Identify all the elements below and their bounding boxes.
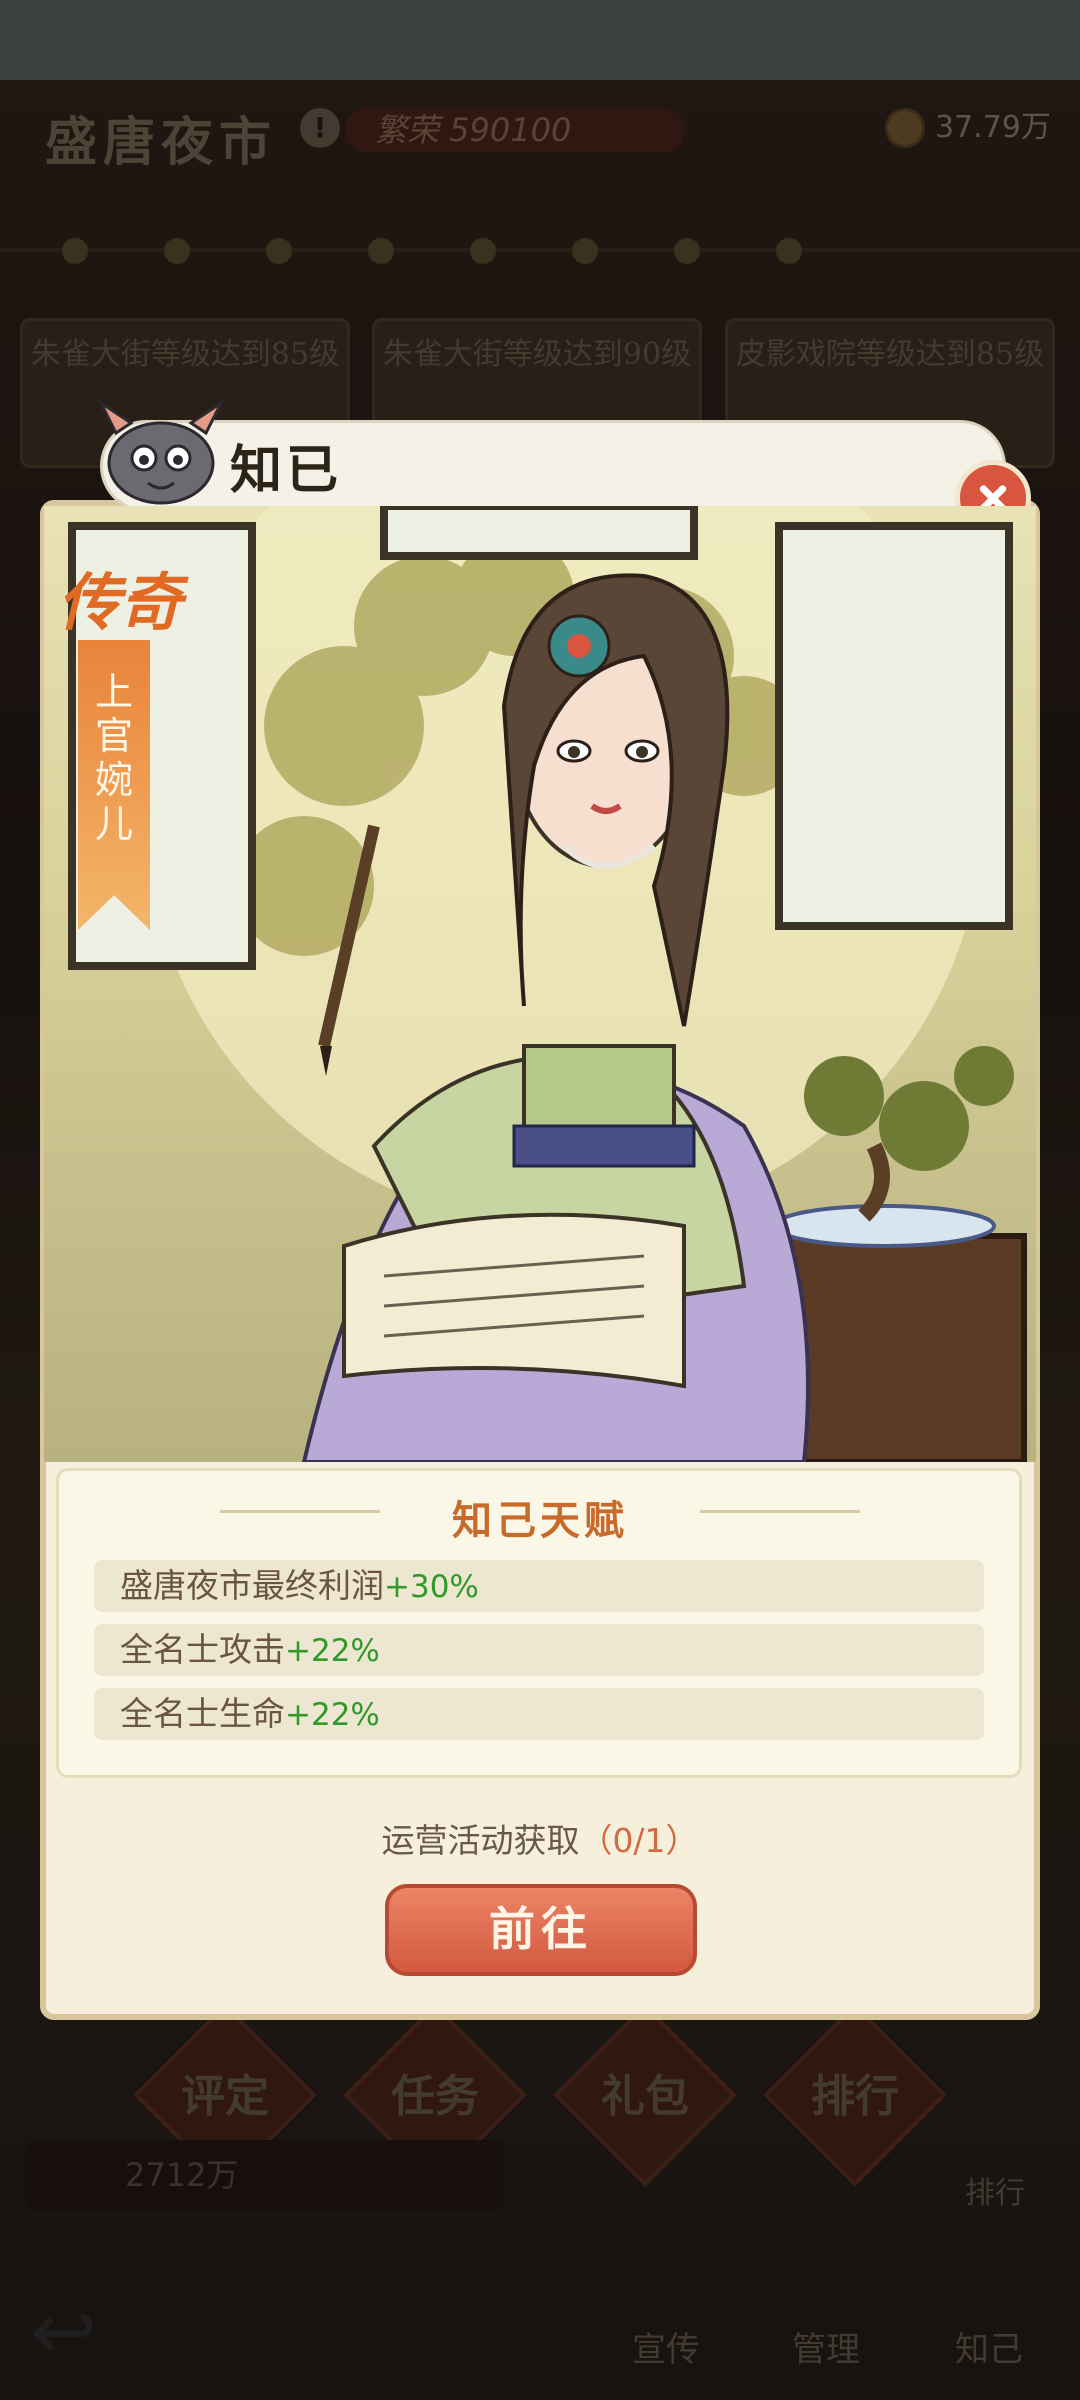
talent-label: 全名士攻击 xyxy=(120,1630,285,1669)
acquire-text: 运营活动获取 xyxy=(381,1821,580,1860)
talent-value: +22% xyxy=(285,1697,380,1733)
talent-row: 盛唐夜市最终利润+30% xyxy=(94,1560,984,1612)
dragon-mascot-icon xyxy=(97,398,225,505)
acquire-method: 运营活动获取（0/1） xyxy=(0,1814,1080,1862)
talent-value: +22% xyxy=(285,1633,380,1669)
rarity-label: 传奇 xyxy=(58,566,183,639)
character-illustration xyxy=(68,506,1027,1462)
popup-title: 知已 xyxy=(230,440,343,501)
talent-label: 全名士生命 xyxy=(120,1694,285,1733)
talent-row: 全名士生命+22% xyxy=(94,1688,984,1740)
talent-row: 全名士攻击+22% xyxy=(94,1624,984,1676)
acquire-count: （0/1） xyxy=(579,1821,699,1860)
talent-label: 盛唐夜市最终利润 xyxy=(120,1566,384,1605)
go-button[interactable]: 前往 xyxy=(385,1884,697,1976)
character-portrait xyxy=(44,506,1036,1462)
character-name: 上官婉儿 xyxy=(94,670,133,846)
status-bar xyxy=(0,0,1080,80)
talent-value: +30% xyxy=(384,1569,479,1605)
talent-title: 知己天赋 xyxy=(452,1497,628,1544)
